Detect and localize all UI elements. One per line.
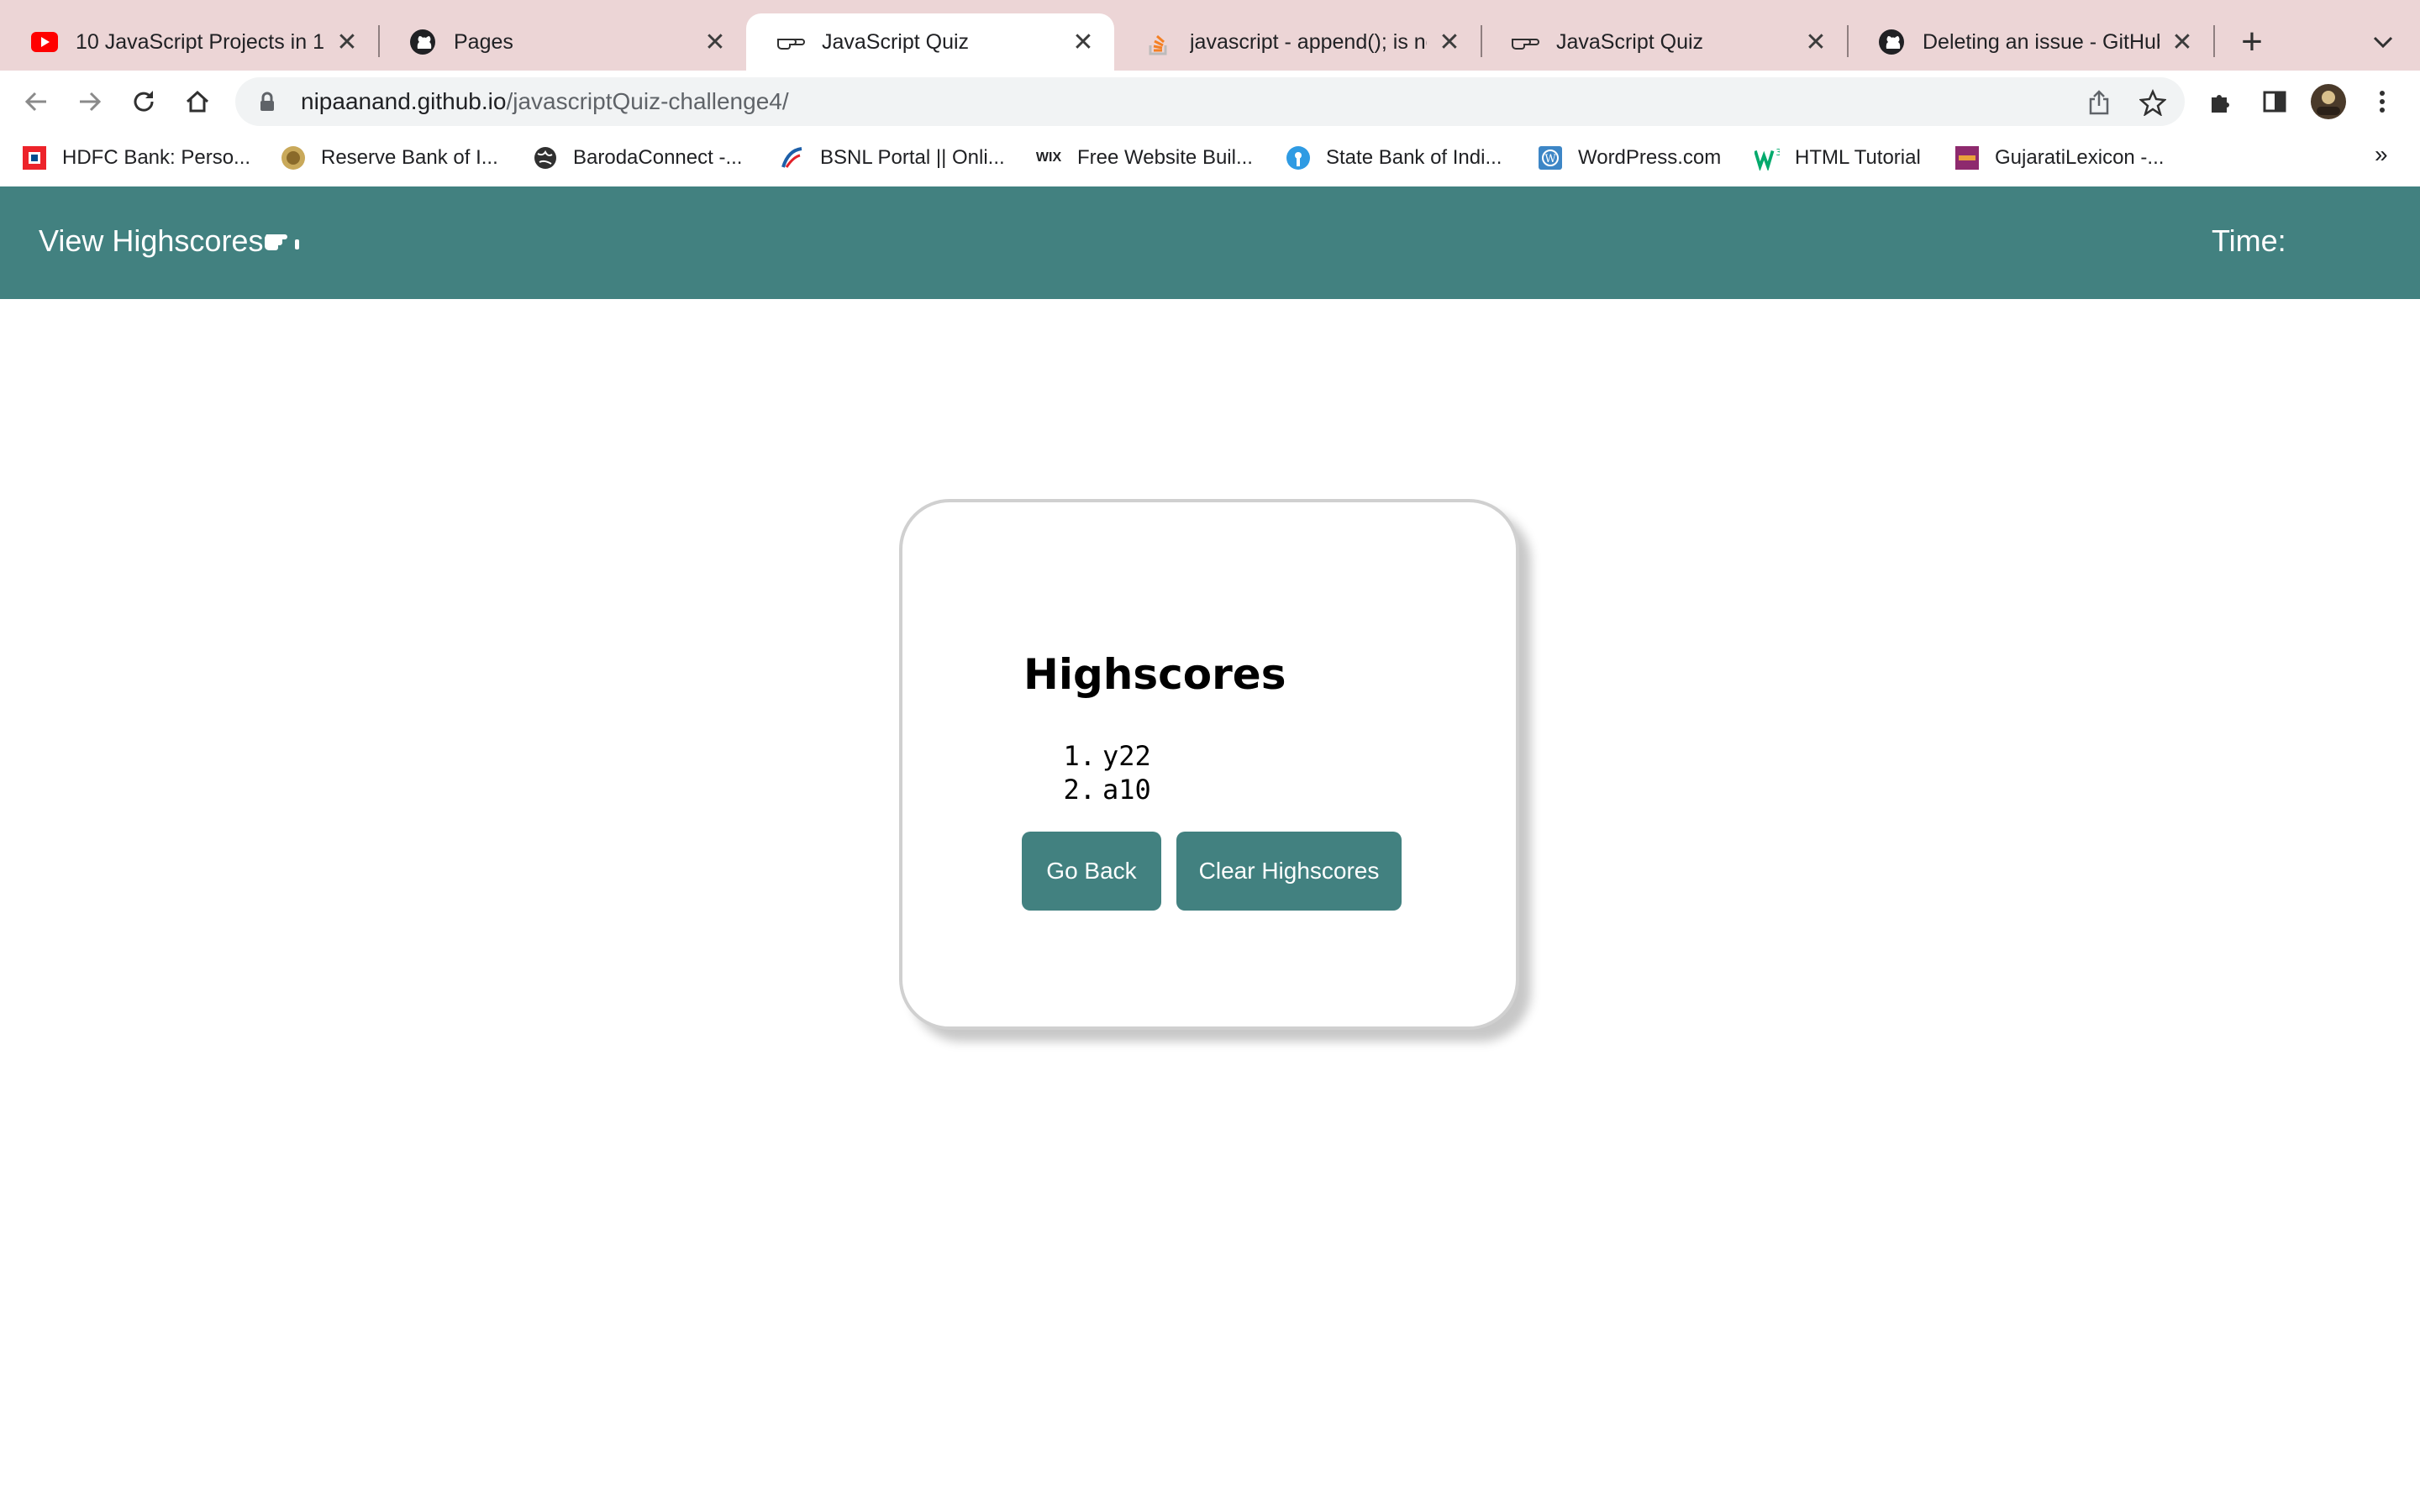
highscores-card: Highscores 1. y22 2. a10 Go Back Clear H… bbox=[899, 499, 1519, 1030]
browser-toolbar: nipaanand.github.io/javascriptQuiz-chall… bbox=[0, 71, 2420, 131]
bookmark-wix[interactable]: WIX Free Website Buil... bbox=[1035, 141, 1253, 175]
share-icon[interactable] bbox=[2082, 86, 2116, 119]
bookmark-label: BarodaConnect -... bbox=[573, 146, 743, 169]
tab-pages[interactable]: Pages ✕ bbox=[378, 13, 746, 71]
bookmark-bsnl[interactable]: BSNL Portal || Onli... bbox=[780, 141, 1005, 175]
bookmark-label: HDFC Bank: Perso... bbox=[62, 146, 251, 169]
highscore-value: a10 bbox=[1102, 774, 1151, 806]
lock-icon[interactable] bbox=[259, 92, 276, 112]
hdfc-icon bbox=[22, 145, 47, 171]
bookmarks-bar: HDFC Bank: Perso... Reserve Bank of I...… bbox=[0, 131, 2420, 187]
w3schools-icon: 3 bbox=[1754, 145, 1780, 171]
tab-javascript-quiz[interactable]: JavaScript Quiz ✕ bbox=[1481, 13, 1847, 71]
gujaratilexicon-icon bbox=[1954, 145, 1980, 171]
highscore-entry: 1. y22 bbox=[1057, 739, 1151, 773]
tab-title: javascript - append(); is no bbox=[1190, 29, 1427, 54]
bookmark-sbi[interactable]: State Bank of Indi... bbox=[1286, 141, 1502, 175]
bookmark-label: GujaratiLexicon -... bbox=[1995, 146, 2165, 169]
side-panel-icon[interactable] bbox=[2255, 82, 2294, 121]
stackoverflow-icon bbox=[1144, 28, 1173, 56]
url-host: nipaanand.github.io bbox=[301, 88, 507, 114]
site-header: View Highscores Time: bbox=[0, 186, 2420, 299]
bookmark-barodaconnect[interactable]: BarodaConnect -... bbox=[533, 141, 742, 175]
bookmark-label: State Bank of Indi... bbox=[1326, 146, 1502, 169]
home-icon[interactable] bbox=[178, 82, 217, 121]
tab-title: Deleting an issue - GitHub bbox=[1923, 29, 2160, 54]
back-arrow-icon[interactable] bbox=[17, 82, 55, 121]
github-icon bbox=[408, 28, 437, 56]
highscore-rank: 2. bbox=[1063, 774, 1096, 806]
close-tab-icon[interactable]: ✕ bbox=[1071, 28, 1096, 57]
tab-divider bbox=[2213, 25, 2215, 57]
bookmark-gujaratilexicon[interactable]: GujaratiLexicon -... bbox=[1954, 141, 2164, 175]
youtube-icon bbox=[30, 28, 59, 56]
extensions-puzzle-icon[interactable] bbox=[2202, 82, 2240, 121]
tab-title: Pages bbox=[454, 29, 513, 54]
globe-icon bbox=[533, 145, 558, 171]
highscores-title: Highscores bbox=[1023, 650, 1286, 699]
close-tab-icon[interactable]: ✕ bbox=[1437, 28, 1462, 57]
clear-highscores-button[interactable]: Clear Highscores bbox=[1176, 832, 1402, 911]
tab-title: 10 JavaScript Projects in 10 bbox=[76, 29, 324, 54]
bookmark-html-tutorial[interactable]: 3 HTML Tutorial bbox=[1754, 141, 1921, 175]
address-bar[interactable]: nipaanand.github.io/javascriptQuiz-chall… bbox=[235, 77, 2185, 126]
tab-javascript-quiz-active[interactable]: JavaScript Quiz ✕ bbox=[746, 13, 1114, 71]
bookmark-hdfc[interactable]: HDFC Bank: Perso... bbox=[22, 141, 250, 175]
bsnl-icon bbox=[780, 145, 805, 171]
go-back-button[interactable]: Go Back bbox=[1022, 832, 1161, 911]
github-icon bbox=[1877, 28, 1906, 56]
rbi-icon bbox=[281, 145, 306, 171]
forward-arrow-icon[interactable] bbox=[71, 82, 109, 121]
view-highscores-label: View Highscores bbox=[39, 223, 264, 258]
tab-title: JavaScript Quiz bbox=[822, 29, 970, 54]
tab-youtube[interactable]: 10 JavaScript Projects in 10 ✕ bbox=[0, 13, 378, 71]
svg-text:W: W bbox=[1544, 153, 1556, 165]
bookmark-label: Free Website Buil... bbox=[1077, 146, 1253, 169]
pointing-hand-icon bbox=[1511, 28, 1539, 56]
close-tab-icon[interactable]: ✕ bbox=[334, 28, 360, 57]
url-path: /javascriptQuiz-challenge4/ bbox=[506, 88, 789, 114]
wordpress-icon: W bbox=[1538, 145, 1563, 171]
close-tab-icon[interactable]: ✕ bbox=[2170, 28, 2195, 57]
tab-stackoverflow[interactable]: javascript - append(); is no ✕ bbox=[1114, 13, 1481, 71]
tab-search-icon[interactable] bbox=[2366, 17, 2400, 67]
bookmark-label: WordPress.com bbox=[1578, 146, 1722, 169]
view-highscores-link[interactable]: View Highscores bbox=[39, 223, 302, 259]
pointing-hand-icon bbox=[776, 28, 805, 56]
tab-strip: 10 JavaScript Projects in 10 ✕ Pages ✕ J… bbox=[0, 0, 2420, 71]
svg-text:3: 3 bbox=[1776, 148, 1780, 158]
new-tab-button[interactable]: + bbox=[2235, 17, 2269, 67]
bookmark-star-icon[interactable] bbox=[2136, 86, 2170, 119]
tab-github-issue[interactable]: Deleting an issue - GitHub ✕ bbox=[1847, 13, 2213, 71]
bookmark-wordpress[interactable]: W WordPress.com bbox=[1538, 141, 1721, 175]
bookmarks-overflow-button[interactable]: » bbox=[2375, 141, 2388, 168]
highscores-list: 1. y22 2. a10 bbox=[1057, 739, 1151, 806]
close-tab-icon[interactable]: ✕ bbox=[1803, 28, 1828, 57]
bookmark-label: HTML Tutorial bbox=[1795, 146, 1921, 169]
highscore-entry: 2. a10 bbox=[1057, 773, 1151, 806]
highscore-value: y22 bbox=[1102, 740, 1151, 772]
highscore-rank: 1. bbox=[1063, 740, 1096, 772]
close-tab-icon[interactable]: ✕ bbox=[702, 28, 728, 57]
bookmark-label: Reserve Bank of I... bbox=[321, 146, 498, 169]
sbi-icon bbox=[1286, 145, 1311, 171]
timer-label: Time: bbox=[2212, 223, 2286, 258]
reload-icon[interactable] bbox=[124, 82, 163, 121]
wix-icon: WIX bbox=[1035, 150, 1062, 165]
browser-menu-icon[interactable] bbox=[2363, 82, 2402, 121]
bookmark-rbi[interactable]: Reserve Bank of I... bbox=[281, 141, 498, 175]
profile-avatar[interactable] bbox=[2309, 82, 2348, 121]
tab-title: JavaScript Quiz bbox=[1556, 29, 1704, 54]
bookmark-label: BSNL Portal || Onli... bbox=[820, 146, 1005, 169]
pointing-hand-icon bbox=[265, 224, 302, 258]
